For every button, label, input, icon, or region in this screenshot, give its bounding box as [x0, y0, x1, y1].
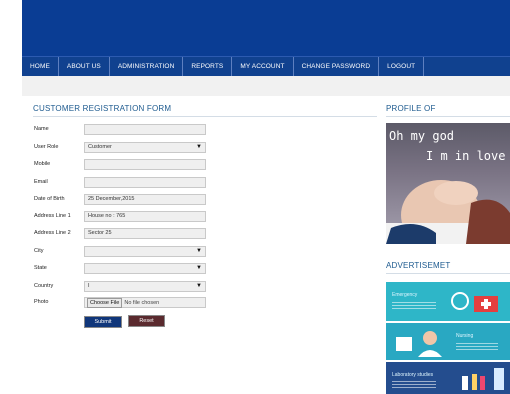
nav-change-password[interactable]: CHANGE PASSWORD	[294, 57, 380, 76]
mobile-label: Mobile	[34, 161, 51, 167]
main-nav: HOME ABOUT US ADMINISTRATION REPORTS MY …	[22, 56, 510, 76]
user-role-label: User Role	[34, 144, 59, 150]
country-label: Country	[34, 283, 54, 289]
state-select[interactable]: ▼	[84, 263, 206, 274]
advertisement-title: ADVERTISEMET	[386, 261, 451, 270]
chevron-down-icon: ▼	[196, 144, 202, 150]
nav-my-account[interactable]: MY ACCOUNT	[232, 57, 294, 76]
profile-image: Oh my god I m in love	[386, 123, 510, 244]
country-select[interactable]: I ▼	[84, 281, 206, 292]
nav-home[interactable]: HOME	[22, 57, 59, 76]
chevron-down-icon: ▼	[196, 265, 202, 271]
name-label: Name	[34, 126, 49, 132]
choose-file-button[interactable]: Choose File	[87, 297, 123, 308]
dob-field[interactable]: 25 December,2015	[84, 194, 206, 205]
ad-text-lines	[392, 381, 436, 389]
nav-reports[interactable]: REPORTS	[183, 57, 233, 76]
address2-field[interactable]: Sector 25	[84, 228, 206, 239]
nav-about-us[interactable]: ABOUT US	[59, 57, 110, 76]
medical-kit-icon	[451, 292, 498, 312]
profile-title: PROFILE OF	[386, 104, 436, 113]
file-status: No file chosen	[124, 299, 160, 306]
ad-label: Nursing	[456, 333, 474, 339]
email-field[interactable]	[84, 177, 206, 188]
country-value: I	[88, 283, 90, 289]
address1-field[interactable]: House no : 765	[84, 211, 206, 222]
dob-label: Date of Birth	[34, 196, 65, 202]
name-field[interactable]	[84, 124, 206, 135]
user-role-select[interactable]: Customer ▼	[84, 142, 206, 153]
lab-equipment-icon	[462, 368, 504, 390]
reset-button[interactable]: Reset	[128, 315, 165, 327]
left-margin	[0, 0, 22, 394]
state-label: State	[34, 265, 47, 271]
city-label: City	[34, 248, 44, 254]
ad-emergency[interactable]: Emergency	[386, 282, 510, 321]
profile-image-caption-2: I m in love	[426, 149, 506, 163]
photo-file-input[interactable]: Choose File No file chosen	[84, 297, 206, 308]
mobile-field[interactable]	[84, 159, 206, 170]
chevron-down-icon: ▼	[196, 248, 202, 254]
nav-logout[interactable]: LOGOUT	[379, 57, 425, 76]
ad-text-lines	[456, 343, 498, 351]
address1-label: Address Line 1	[34, 213, 71, 219]
profile-title-rule	[386, 116, 510, 117]
subheader-band	[22, 76, 510, 96]
ad-label: Emergency	[392, 292, 418, 298]
ad-nursing[interactable]: Nursing	[386, 323, 510, 360]
city-select[interactable]: ▼	[84, 246, 206, 257]
site-header	[22, 0, 510, 56]
ad-text-lines	[392, 302, 436, 310]
user-role-value: Customer	[88, 144, 112, 150]
chevron-down-icon: ▼	[196, 283, 202, 289]
ad-laboratory[interactable]: Laboratory studies	[386, 362, 510, 394]
photo-label: Photo	[34, 299, 49, 305]
form-title: CUSTOMER REGISTRATION FORM	[33, 104, 172, 113]
email-label: Email	[34, 179, 48, 185]
ad-label: Laboratory studies	[392, 372, 434, 378]
nurse-icon	[396, 331, 442, 357]
profile-image-caption-1: Oh my god	[389, 129, 455, 143]
advertisement-title-rule	[386, 273, 510, 274]
nav-administration[interactable]: ADMINISTRATION	[110, 57, 184, 76]
form-title-rule	[33, 116, 377, 117]
address2-label: Address Line 2	[34, 230, 71, 236]
submit-button[interactable]: Submit	[84, 316, 122, 328]
